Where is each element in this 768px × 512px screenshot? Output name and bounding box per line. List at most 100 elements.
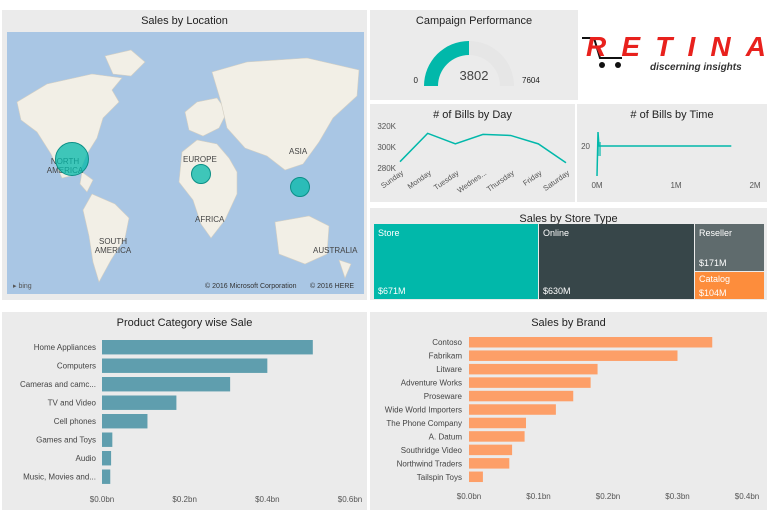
treemap-reseller-value: $171M [699, 258, 727, 268]
brand-category-label: Litware [436, 365, 462, 374]
bills-by-day-tile[interactable]: # of Bills by Day 320K 300K 280K Sunday Mond… [370, 104, 575, 202]
brand-bar [469, 390, 574, 402]
day-xtick-label: Friday [521, 168, 543, 187]
brand-bar [469, 363, 598, 375]
category-bar [102, 414, 148, 429]
day-ytick-label: 300K [377, 143, 396, 152]
location-bubble-europe[interactable] [191, 164, 211, 184]
category-category-label: Cell phones [54, 417, 96, 426]
day-ytick-label: 320K [377, 122, 396, 131]
gauge-max: 7604 [522, 76, 540, 85]
cart-wheel-left [599, 62, 605, 68]
day-xtick-label: Saturday [541, 168, 571, 193]
map-label-asia: ASIA [289, 147, 308, 156]
brand-category-label: Wide World Importers [385, 406, 462, 415]
brand-category-label: Southridge Video [401, 446, 463, 455]
category-bar [102, 377, 231, 392]
treemap-store[interactable]: Store $671M [374, 224, 538, 299]
brand-xtick-label: $0.1bn [526, 492, 550, 501]
category-category-label: Music, Movies and... [23, 473, 96, 482]
brand-xtick-label: $0.4bn [735, 492, 759, 501]
category-bar [102, 451, 112, 466]
sales-by-brand-chart: Contoso Fabrikam Litware Adventure Works Pro… [385, 337, 759, 501]
bills-by-day-chart: 320K300K280KSunday Monday TuesdayWednes...… [377, 122, 571, 195]
map-label-australia: AUSTRALIA [313, 246, 358, 255]
treemap-reseller-label: Reseller [699, 228, 733, 238]
time-series-line [596, 131, 732, 177]
category-category-label: Home Appliances [34, 343, 96, 352]
brand-bar [469, 431, 525, 442]
time-xtick-label: 1M [670, 181, 681, 190]
gauge: 3802 0 7604 [414, 41, 540, 86]
bills-by-time-tile[interactable]: # of Bills by Time 20 0M 1M 2M [577, 104, 767, 202]
brand-bar [469, 337, 713, 348]
sales-by-location-title: Sales by Location [141, 15, 228, 27]
brand-bar [469, 471, 483, 483]
category-xtick-label: $0.2bn [172, 495, 196, 504]
treemap-reseller[interactable]: Reseller $171M [695, 224, 764, 271]
map-copyright-here: © 2016 HERE [310, 283, 355, 290]
brand-xtick-label: $0.3bn [665, 492, 689, 501]
bills-by-time-chart: 20 0M 1M 2M [581, 131, 761, 190]
category-category-label: Games and Toys [36, 436, 96, 445]
treemap-online-label: Online [543, 228, 570, 238]
day-xtick-label: Thursday [485, 168, 516, 193]
map-copyright: © 2016 Microsoft Corporation [205, 283, 297, 290]
brand-xtick-label: $0.0bn [457, 492, 481, 501]
category-category-label: Audio [76, 454, 97, 463]
treemap-store-label: Store [378, 228, 400, 238]
product-category-tile[interactable]: Product Category wise Sale Home Applianc… [2, 312, 367, 510]
time-xtick-label: 0M [591, 181, 602, 190]
bing-logo: ▸ bing [13, 282, 32, 290]
time-ytick-label: 20 [581, 142, 590, 151]
brand-category-label: Adventure Works [401, 379, 462, 388]
treemap-store-value: $671M [378, 286, 406, 296]
logo-graphic: RETINA discerning insights [582, 31, 766, 73]
treemap-catalog[interactable]: Catalog $104M [695, 272, 764, 299]
category-xtick-label: $0.6bn [338, 495, 362, 504]
brand-bar [469, 350, 678, 361]
category-xtick-label: $0.0bn [90, 495, 114, 504]
brand-bar [469, 417, 526, 429]
category-bar [102, 469, 111, 484]
treemap-online-value: $630M [543, 286, 571, 296]
category-bar [102, 358, 268, 373]
category-bar [102, 395, 177, 410]
day-xtick-label: Monday [406, 168, 433, 191]
sales-by-location-tile[interactable]: Sales by Location NORTH AMERICA EUROPE A… [2, 10, 367, 300]
treemap-online[interactable]: Online $630M [539, 224, 694, 299]
treemap-catalog-label: Catalog [699, 274, 731, 284]
category-bar [102, 340, 313, 355]
retina-logo: RETINA discerning insights [580, 28, 768, 76]
cart-wheel-right [615, 62, 621, 68]
bing-text: bing [18, 283, 32, 290]
product-category-chart: Home Appliances Computers Cameras and camc… [20, 340, 362, 504]
brand-category-label: Contoso [432, 338, 462, 347]
brand-category-label: Tailspin Toys [417, 473, 462, 482]
brand-category-label: Northwind Traders [397, 459, 462, 468]
category-category-label: Computers [57, 362, 96, 371]
map-label-south-america: SOUTH AMERICA [94, 237, 132, 255]
sales-by-brand-tile[interactable]: Sales by Brand Contoso Fabrikam Litware Adv… [370, 312, 767, 510]
brand-category-label: A. Datum [429, 432, 463, 441]
brand-category-label: Proseware [424, 392, 463, 401]
location-bubble-asia[interactable] [290, 177, 310, 197]
treemap-catalog-value: $104M [699, 288, 727, 298]
time-xtick-label: 2M [749, 181, 760, 190]
brand-bar [469, 444, 513, 456]
map-label-europe: EUROPE [183, 155, 217, 164]
day-xtick-label: Wednes... [455, 168, 488, 195]
brand-category-label: Fabrikam [429, 352, 463, 361]
category-xtick-label: $0.4bn [255, 495, 279, 504]
sales-by-store-type-tile[interactable]: Sales by Store Type Store $671M Online $… [370, 208, 767, 300]
bing-icon: ▸ [13, 283, 17, 290]
campaign-performance-tile[interactable]: Campaign Performance 3802 0 7604 [370, 10, 578, 100]
time-series-spike [597, 142, 601, 156]
brand-xtick-label: $0.2bn [596, 492, 620, 501]
brand-bar [469, 458, 510, 469]
category-category-label: TV and Video [48, 399, 97, 408]
category-category-label: Cameras and camc... [20, 380, 96, 389]
brand-category-label: The Phone Company [386, 419, 462, 428]
location-bubble-north-america[interactable] [55, 142, 89, 176]
world-map[interactable]: NORTH AMERICA EUROPE ASIA AFRICA SOUTH A… [7, 32, 364, 294]
